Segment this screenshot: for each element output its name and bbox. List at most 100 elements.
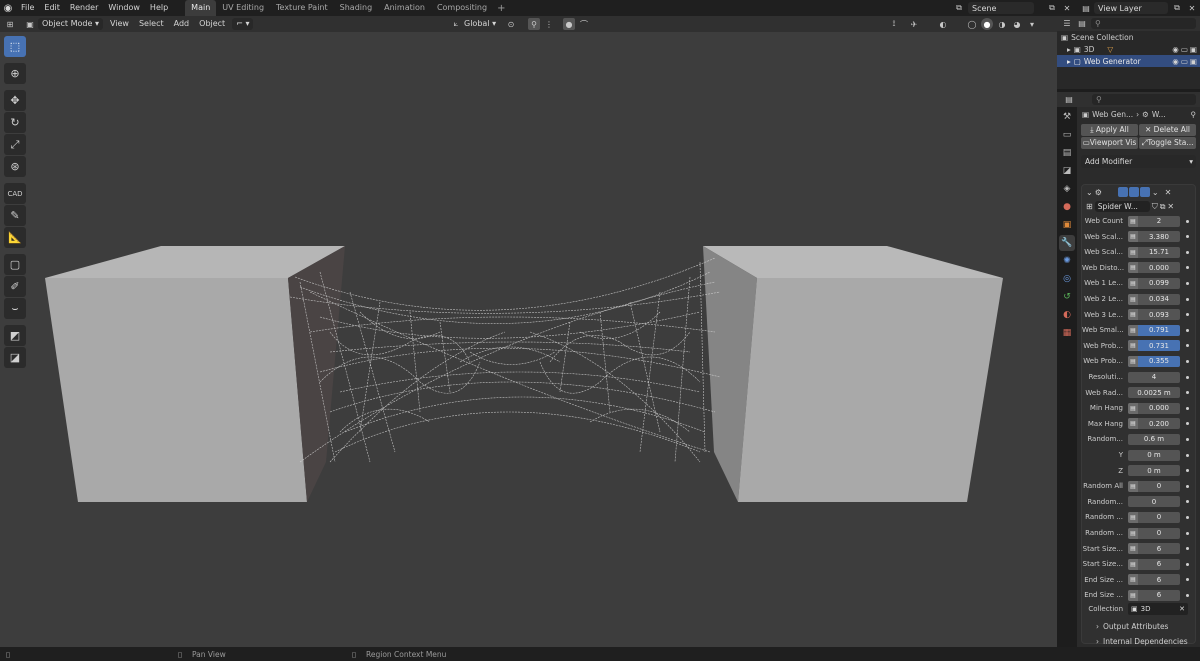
properties-editor-icon[interactable]: ▤ xyxy=(1063,94,1075,106)
duplicate-icon[interactable]: ⧉ xyxy=(1160,202,1166,212)
param-field[interactable]: 0 xyxy=(1128,496,1180,508)
orientation-icon[interactable]: ⟀ xyxy=(450,18,462,30)
input-socket-icon[interactable]: ▤ xyxy=(1128,527,1138,539)
param-field[interactable]: 0.6 m xyxy=(1128,433,1180,445)
viewport-disable-icon[interactable]: ▭ xyxy=(1181,57,1188,66)
world-tab-icon[interactable]: ● xyxy=(1059,199,1075,215)
param-field[interactable]: ▤ 0.093 xyxy=(1128,309,1180,321)
add-modifier-dropdown[interactable]: Add Modifier ▾ xyxy=(1081,155,1196,168)
render-camera-icon[interactable]: ▣ xyxy=(1190,45,1197,54)
menu-render[interactable]: Render xyxy=(65,0,103,16)
output-tab-icon[interactable]: ▤ xyxy=(1059,145,1075,161)
rotate-tool-icon[interactable]: ↻ xyxy=(4,112,26,133)
texture-tab-icon[interactable]: ▦ xyxy=(1059,325,1075,341)
view-layer-selector[interactable]: View Layer xyxy=(1094,2,1168,14)
shading-rendered-icon[interactable]: ◕ xyxy=(1011,18,1023,30)
node-group-name-field[interactable]: Spider W... xyxy=(1094,201,1150,212)
object-tab-icon[interactable]: ▣ xyxy=(1059,217,1075,233)
keyframe-dot-icon[interactable] xyxy=(1186,359,1189,363)
cad-tool-icon[interactable]: CAD xyxy=(4,183,26,204)
param-field[interactable]: ▤ 6 xyxy=(1128,574,1180,586)
expand-arrow-icon[interactable]: ▸ xyxy=(1067,45,1071,54)
xray-icon[interactable]: ◐ xyxy=(937,18,949,30)
paint-tool-icon[interactable]: ✐ xyxy=(4,276,26,297)
input-socket-icon[interactable]: ▤ xyxy=(1128,246,1138,258)
editor-type-icon[interactable]: ⊞ xyxy=(4,18,16,30)
keyframe-dot-icon[interactable] xyxy=(1186,313,1189,317)
add-cube-tool-icon[interactable]: ▢ xyxy=(4,254,26,275)
menu-file[interactable]: File xyxy=(16,0,39,16)
keyframe-dot-icon[interactable] xyxy=(1186,219,1189,223)
render-toggle-icon[interactable] xyxy=(1139,187,1150,197)
param-field[interactable]: ▤ 2 xyxy=(1128,215,1180,227)
outliner-item-3d[interactable]: ▸ ▣ 3D ▽ ◉ ▭ ▣ xyxy=(1057,43,1200,55)
viewport-disable-icon[interactable]: ▭ xyxy=(1181,45,1188,54)
menu-view[interactable]: View xyxy=(105,16,134,32)
tab-uv-editing[interactable]: UV Editing xyxy=(216,0,270,16)
param-field[interactable]: 4 xyxy=(1128,371,1180,383)
curve-tool-icon[interactable]: ⌣ xyxy=(4,298,26,319)
remove-modifier-icon[interactable]: ✕ xyxy=(1165,188,1172,197)
3d-viewport[interactable]: ⬚ ⊕ ✥ ↻ ⤢ ⊛ CAD ✎ 📐 ▢ ✐ ⌣ ◩ ◪ xyxy=(0,32,1057,647)
menu-window[interactable]: Window xyxy=(103,0,145,16)
blender-logo-icon[interactable]: ◉ xyxy=(0,0,16,16)
transform-tool-icon[interactable]: ⊛ xyxy=(4,156,26,177)
tab-shading[interactable]: Shading xyxy=(334,0,379,16)
scale-tool-icon[interactable]: ⤢ xyxy=(4,134,26,155)
collection-field[interactable]: ▣ 3D ✕ xyxy=(1128,603,1188,615)
param-field[interactable]: ▤ 0.034 xyxy=(1128,293,1180,305)
apply-all-button[interactable]: ⤓ Apply All xyxy=(1081,124,1138,136)
keyframe-dot-icon[interactable] xyxy=(1186,469,1189,473)
keyframe-dot-icon[interactable] xyxy=(1186,266,1189,270)
outliner-editor-icon[interactable]: ☰ xyxy=(1061,18,1073,30)
falloff-icon[interactable]: ⌒ xyxy=(578,18,590,30)
node-group-icon[interactable]: ⊞ xyxy=(1086,202,1093,211)
keyframe-dot-icon[interactable] xyxy=(1186,406,1189,410)
input-socket-icon[interactable]: ▤ xyxy=(1128,574,1138,586)
menu-select[interactable]: Select xyxy=(134,16,169,32)
orientation-dropdown[interactable]: Global ▾ xyxy=(464,16,496,32)
input-socket-icon[interactable]: ▤ xyxy=(1128,215,1138,227)
proportional-edit-icon[interactable]: ● xyxy=(563,18,575,30)
modifier-tab-icon[interactable]: 🔧 xyxy=(1059,235,1075,251)
param-field[interactable]: ▤ 6 xyxy=(1128,543,1180,555)
delete-scene-icon[interactable]: ✕ xyxy=(1061,2,1073,14)
keyframe-dot-icon[interactable] xyxy=(1186,297,1189,301)
overlays-toggle-icon[interactable]: ✈ xyxy=(908,18,920,30)
snap-icon[interactable]: ⚲ xyxy=(528,18,540,30)
keyframe-dot-icon[interactable] xyxy=(1186,484,1189,488)
input-socket-icon[interactable]: ▤ xyxy=(1128,231,1138,243)
shading-options-icon[interactable]: ▾ xyxy=(1026,18,1038,30)
outliner-item-web-generator[interactable]: ▸ ▢ Web Generator ◉ ▭ ▣ xyxy=(1057,55,1200,67)
snap-target-icon[interactable]: ⋮ xyxy=(543,18,555,30)
viewport-toggle-icon[interactable] xyxy=(1128,187,1139,197)
param-field[interactable]: ▤ 0.791 xyxy=(1128,324,1180,336)
input-socket-icon[interactable]: ▤ xyxy=(1128,340,1138,352)
keyframe-dot-icon[interactable] xyxy=(1186,593,1189,597)
input-socket-icon[interactable]: ▤ xyxy=(1128,511,1138,523)
show-gizmo-icon[interactable]: ⟟ xyxy=(888,18,900,30)
param-field[interactable]: ▤ 0.000 xyxy=(1128,402,1180,414)
quad-tool-icon[interactable]: ◩ xyxy=(4,325,26,346)
param-field[interactable]: ▤ 0.200 xyxy=(1128,418,1180,430)
keyframe-dot-icon[interactable] xyxy=(1186,562,1189,566)
tab-texture-paint[interactable]: Texture Paint xyxy=(270,0,334,16)
add-workspace-icon[interactable]: + xyxy=(493,3,509,14)
param-field[interactable]: ▤ 0 xyxy=(1128,527,1180,539)
pin-icon[interactable]: ⚲ xyxy=(1191,110,1200,119)
keyframe-dot-icon[interactable] xyxy=(1186,391,1189,395)
move-tool-icon[interactable]: ✥ xyxy=(4,90,26,111)
delete-all-button[interactable]: ✕ Delete All xyxy=(1139,124,1196,136)
edit-mode-toggle-icon[interactable] xyxy=(1117,187,1128,197)
outliner-scene-collection[interactable]: ▣ Scene Collection xyxy=(1057,31,1200,43)
menu-edit[interactable]: Edit xyxy=(39,0,65,16)
viewport-vis-button[interactable]: ▭Viewport Vis xyxy=(1081,137,1138,149)
param-field[interactable]: ▤ 6 xyxy=(1128,589,1180,601)
output-attributes-subpanel[interactable]: › Output Attributes xyxy=(1082,619,1197,633)
param-field[interactable]: 0.0025 m xyxy=(1128,387,1180,399)
param-field[interactable]: ▤ 6 xyxy=(1128,558,1180,570)
tab-main[interactable]: Main xyxy=(185,0,217,16)
param-field[interactable]: ▤ 0 xyxy=(1128,511,1180,523)
data-tab-icon[interactable]: ◐ xyxy=(1059,307,1075,323)
render-tab-icon[interactable]: ▭ xyxy=(1059,127,1075,143)
